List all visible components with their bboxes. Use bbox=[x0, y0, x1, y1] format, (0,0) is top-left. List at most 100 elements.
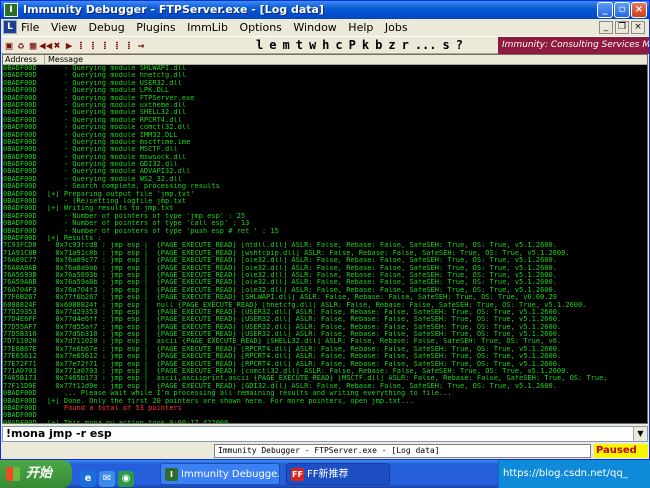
log-row[interactable]: 0BADF00D - Querying module comctl32.dll bbox=[3, 124, 647, 131]
log-row[interactable]: 0BADF00D - Querying module RPCRT4.dll bbox=[3, 117, 647, 124]
toolbar-letter-button[interactable]: r bbox=[402, 38, 409, 52]
log-pane[interactable]: Address Message 0BADF00D - Querying modu… bbox=[2, 54, 648, 424]
log-row[interactable]: 7C93FCD8 0x7c93fcd8 : jmp esp | {PAGE_EX… bbox=[3, 242, 647, 249]
close-program-icon[interactable]: ▦ bbox=[27, 38, 39, 53]
menu-view[interactable]: View bbox=[51, 21, 77, 34]
log-row[interactable]: 77E72F71 0x77e72f71 : jmp esp | {PAGE_EX… bbox=[3, 361, 647, 368]
log-row[interactable]: 0BADF00D - Querying module SHLWAPI.dll bbox=[3, 65, 647, 72]
log-row[interactable]: 76A09C77 0x76a09c77 : jmp esp | {PAGE_EX… bbox=[3, 257, 647, 264]
mdi-restore-button[interactable]: ❐ bbox=[615, 21, 629, 34]
toolbar-letter-button[interactable]: b bbox=[375, 38, 382, 52]
toolbar-letter-button[interactable]: h bbox=[322, 38, 329, 52]
mdi-close-button[interactable]: × bbox=[631, 21, 645, 34]
pause-icon[interactable]: ✖ bbox=[51, 38, 63, 53]
log-row[interactable]: 0BADF00D - Querying module SHELL32.dll bbox=[3, 109, 647, 116]
address-column-header[interactable]: Address bbox=[5, 55, 45, 65]
log-row[interactable]: 77F11D9E 0x77f11d9e : jmp esp | {PAGE_EX… bbox=[3, 383, 647, 390]
log-row[interactable]: 0BADF00D bbox=[3, 412, 647, 419]
log-row[interactable]: 0BADF00D Found a total of 53 pointers bbox=[3, 405, 647, 412]
menu-window[interactable]: Window bbox=[293, 21, 336, 34]
execute-till-return-icon[interactable]: ⁞ bbox=[123, 38, 135, 53]
toolbar-letter-button[interactable]: e bbox=[269, 38, 276, 52]
log-row[interactable]: 77F6B267 0x77f6b267 : jmp esp | {PAGE_EX… bbox=[3, 294, 647, 301]
trace-over-icon[interactable]: ⁞ bbox=[111, 38, 123, 53]
maximize-button[interactable]: ▫ bbox=[614, 2, 630, 18]
browser-icon[interactable]: ◉ bbox=[118, 471, 134, 487]
log-row[interactable]: 0BADF00D - Querying module USER32.dll bbox=[3, 80, 647, 87]
minimize-button[interactable]: _ bbox=[597, 2, 613, 18]
toolbar-letter-button[interactable]: k bbox=[362, 38, 369, 52]
log-row[interactable]: 76A0A9AB 0x76a0a9ab : jmp esp | {PAGE_EX… bbox=[3, 265, 647, 272]
step-into-icon[interactable]: ⁞ bbox=[75, 38, 87, 53]
menu-options[interactable]: Options bbox=[239, 21, 281, 34]
log-row[interactable]: 71A91C8B 0x71a91c8b : jmp esp | {PAGE_EX… bbox=[3, 250, 647, 257]
toolbar-letter-button[interactable]: s bbox=[443, 38, 450, 52]
log-row[interactable]: 0BADF00D[+] This mona.py action took 0:0… bbox=[3, 420, 647, 423]
mdi-minimize-button[interactable]: _ bbox=[599, 21, 613, 34]
log-row[interactable]: 0BADF00D - Querying module IMM32.DLL bbox=[3, 132, 647, 139]
trace-into-icon[interactable]: ⁞ bbox=[99, 38, 111, 53]
log-row[interactable]: 77D4E6FF 0x77d4e6ff : jmp esp | {PAGE_EX… bbox=[3, 316, 647, 323]
log-row[interactable]: 77E65612 0x77e65612 : jmp esp | {PAGE_EX… bbox=[3, 353, 647, 360]
command-history-dropdown-icon[interactable]: ▼ bbox=[633, 427, 647, 441]
close-button[interactable]: × bbox=[631, 2, 647, 18]
log-row[interactable]: 76A5693B 0x76a5693b : jmp esp | {PAGE_EX… bbox=[3, 272, 647, 279]
log-row[interactable]: 0BADF00D - Querying module LPK.DLL bbox=[3, 87, 647, 94]
menu-immlib[interactable]: ImmLib bbox=[187, 21, 228, 34]
toolbar-letter-button[interactable]: t bbox=[296, 38, 303, 52]
log-row[interactable]: 0BADF00D - Number of pointers of type 'p… bbox=[3, 228, 647, 235]
run-icon[interactable]: ▶ bbox=[63, 38, 75, 53]
message-column-header[interactable]: Message bbox=[48, 55, 83, 65]
task-ff-news[interactable]: FF FF新推荐 bbox=[286, 463, 390, 485]
log-row[interactable]: 76A59A8B 0x76a59a8b : jmp esp | {PAGE_EX… bbox=[3, 279, 647, 286]
log-row[interactable]: 0BADF00D - Querying module MSCTF.dll bbox=[3, 146, 647, 153]
toolbar-letter-button[interactable]: w bbox=[309, 38, 316, 52]
log-row[interactable]: 0BADF00D - Querying module hnetcfg.dll bbox=[3, 72, 647, 79]
menu-jobs[interactable]: Jobs bbox=[385, 21, 408, 34]
open-icon[interactable]: ▣ bbox=[3, 38, 15, 53]
log-row[interactable]: 76A704F3 0x76a704f3 : jmp esp | {PAGE_EX… bbox=[3, 287, 647, 294]
title-bar[interactable]: I Immunity Debugger - FTPServer.exe - [L… bbox=[1, 1, 649, 19]
log-row[interactable]: 0BADF00D [+] Done. Only the first 20 poin… bbox=[3, 398, 647, 405]
log-row[interactable]: 0BADF00D - Querying module ADVAPI32.dll bbox=[3, 168, 647, 175]
log-row[interactable]: 0BADF00D [+] Preparing output file 'jmp.t… bbox=[3, 191, 647, 198]
log-row[interactable]: 0BADF00D - Querying module msctfime.ime bbox=[3, 139, 647, 146]
log-body[interactable]: 0BADF00D - Querying module SHLWAPI.dll 0B… bbox=[3, 65, 647, 423]
rewind-icon[interactable]: ◀◀ bbox=[39, 38, 52, 53]
log-window-icon[interactable]: L bbox=[3, 20, 17, 34]
log-row[interactable]: 77D29353 0x77d29353 : jmp esp | {PAGE_EX… bbox=[3, 309, 647, 316]
log-row[interactable]: 77D55AF7 0x77d55af7 : jmp esp | {PAGE_EX… bbox=[3, 324, 647, 331]
consulting-banner[interactable]: Immunity: Consulting Services Ma bbox=[498, 37, 649, 54]
log-row[interactable]: 77E6B67E 0x77e6b67e : jmp esp | {PAGE_EX… bbox=[3, 346, 647, 353]
log-row[interactable]: 0BADF00D - Querying module FTPServer.exe bbox=[3, 95, 647, 102]
menu-file[interactable]: File bbox=[21, 21, 39, 34]
toolbar-letter-button[interactable]: l bbox=[256, 38, 263, 52]
log-row[interactable]: 0BADF00D [+] Writing results to jmp.txt bbox=[3, 205, 647, 212]
toolbar-letter-button[interactable]: ? bbox=[456, 38, 463, 52]
menu-help[interactable]: Help bbox=[348, 21, 373, 34]
log-row[interactable]: 0BADF00D ... Please wait while I'm proce… bbox=[3, 390, 647, 397]
toolbar-letter-button[interactable]: m bbox=[282, 38, 289, 52]
log-row[interactable]: 6088824F 0x6088824f : jmp esp | null {PA… bbox=[3, 302, 647, 309]
goto-icon[interactable]: → bbox=[135, 38, 147, 53]
toolbar-letter-button[interactable]: c bbox=[335, 38, 342, 52]
toolbar-letter-button[interactable]: ... bbox=[415, 38, 437, 52]
ie-icon[interactable]: e bbox=[80, 471, 96, 487]
step-over-icon[interactable]: ⁞ bbox=[87, 38, 99, 53]
email-icon[interactable]: ✉ bbox=[99, 471, 115, 487]
toolbar-letter-button[interactable]: z bbox=[388, 38, 395, 52]
log-row[interactable]: 0BADF00D [+] Results : bbox=[3, 235, 647, 242]
start-button[interactable]: 开始 bbox=[0, 460, 72, 488]
log-row[interactable]: 0BADF00D - Number of pointers of type 'c… bbox=[3, 220, 647, 227]
log-row[interactable]: 771A0703 0x771a0703 : jmp esp | {PAGE_EX… bbox=[3, 368, 647, 375]
menu-debug[interactable]: Debug bbox=[89, 21, 125, 34]
log-row[interactable]: 0BADF00D - Querying module WS2_32.dll bbox=[3, 176, 647, 183]
log-row[interactable]: 0BADF00D - Querying module mswsock.dll bbox=[3, 154, 647, 161]
log-row[interactable]: 7D711020 0x7d711020 : jmp esp | ascii {P… bbox=[3, 338, 647, 345]
log-row[interactable]: 0BADF00D - Search complete, processing r… bbox=[3, 183, 647, 190]
command-input[interactable]: !mona jmp -r esp ▼ bbox=[2, 426, 648, 442]
toolbar-letter-button[interactable]: P bbox=[349, 38, 356, 52]
log-row[interactable]: 77D5B310 0x77d5b310 : jmp esp | {PAGE_EX… bbox=[3, 331, 647, 338]
task-immunity-debugger[interactable]: I Immunity Debugge... bbox=[160, 463, 280, 485]
log-row[interactable]: 0BADF00D - Querying module uxtheme.dll bbox=[3, 102, 647, 109]
